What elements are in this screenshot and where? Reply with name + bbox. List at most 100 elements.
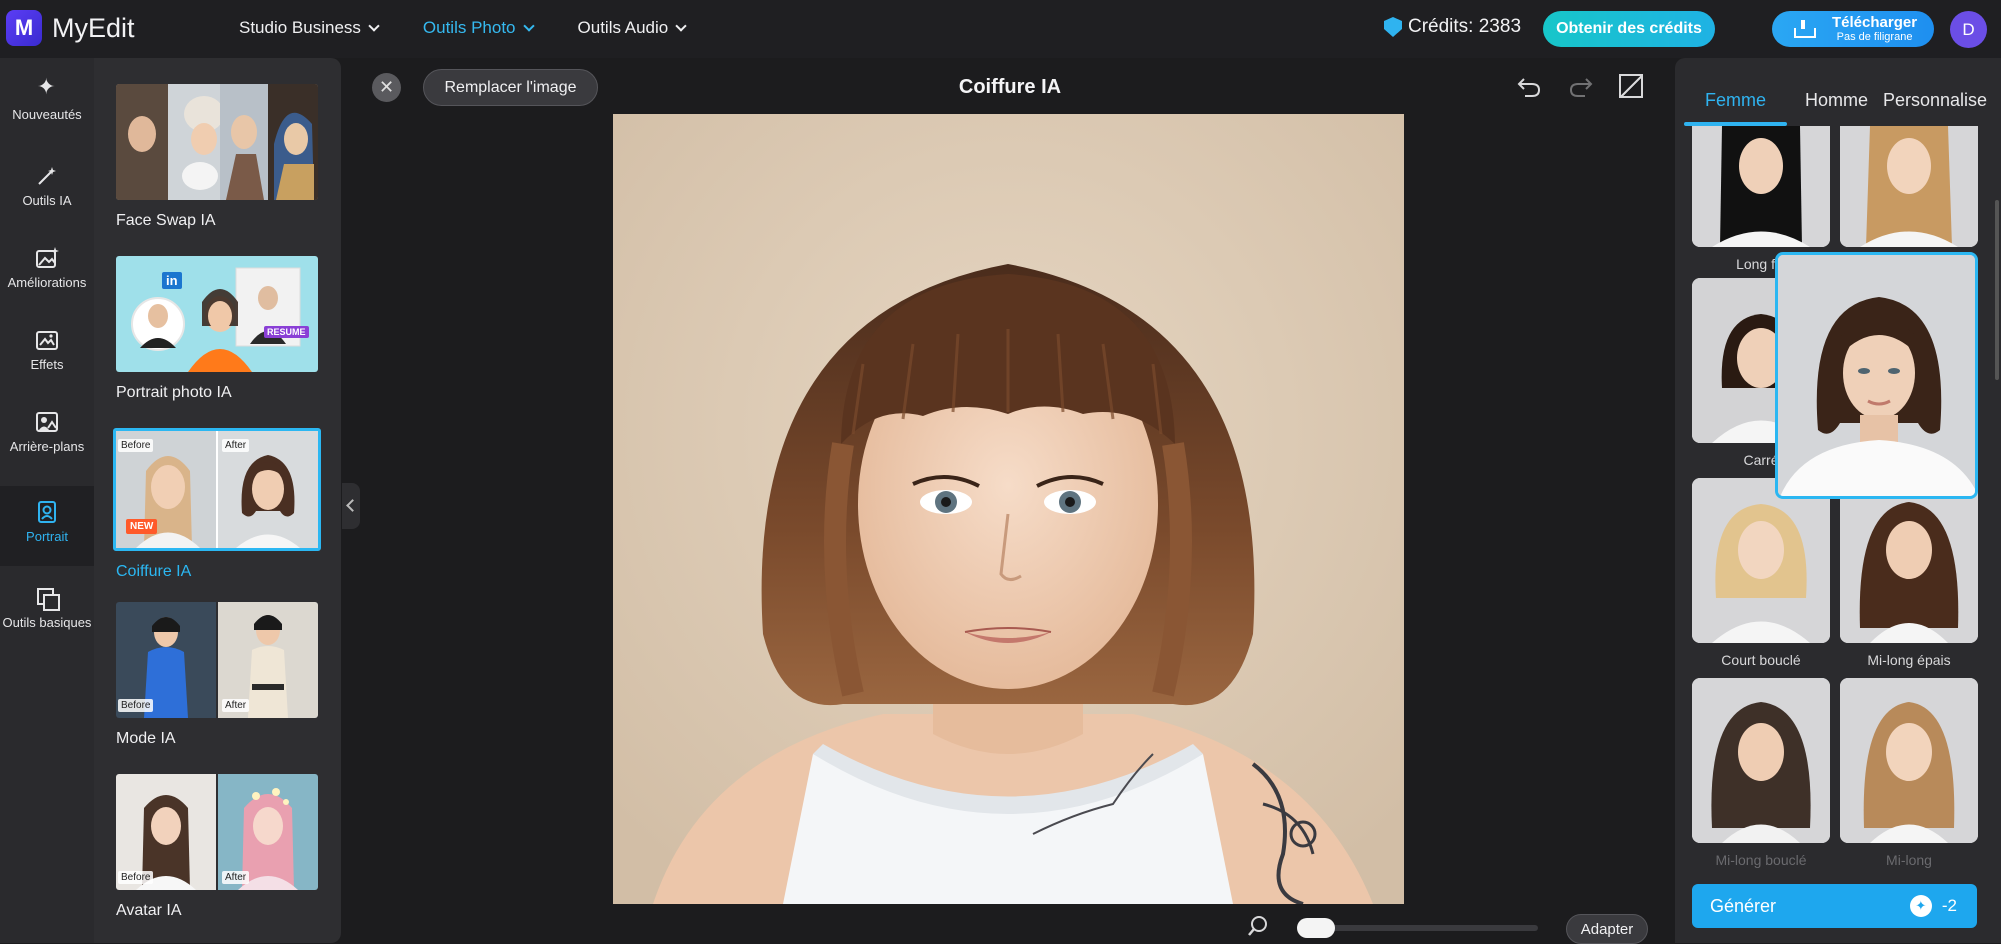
tool-portrait-photo[interactable]: in RESUME Portrait photo IA [116,256,322,402]
before-tag: Before [118,871,154,884]
portrait-icon [35,500,59,524]
rail-item-effets[interactable]: Effets [0,328,94,392]
coiffure-thumbnail: Before After NEW [113,428,321,551]
tool-label: Coiffure IA [116,563,192,580]
nav-label: Studio Business [239,18,361,37]
nav-outils-photo[interactable]: Outils Photo [423,18,535,38]
style-card-long-fin-2[interactable] [1840,126,1978,247]
download-icon [1794,20,1816,38]
tab-femme[interactable]: Femme [1705,90,1766,111]
category-rail: Nouveautés Outils IA Améliorations Effet… [0,58,94,943]
rail-label: Améliorations [7,275,87,290]
tool-coiffure[interactable]: Before After NEW Coiffure IA [113,428,322,581]
generate-cost: -2 [1941,896,1957,915]
rail-label: Portrait [26,529,68,544]
style-thumbnail [1692,478,1830,643]
fit-button[interactable]: Adapter [1566,914,1648,944]
page-title: Coiffure IA [958,76,1062,98]
basic-tools-icon [35,586,60,611]
style-label: Court bouclé [1721,652,1801,668]
get-credits-button[interactable]: Obtenir des crédits [1543,11,1715,47]
hairstyle-panel: Femme Homme Personnalise Long fin Carré … [1675,58,2001,943]
top-bar: M MyEdit Studio Business Outils Photo Ou… [0,0,2001,58]
logo-mark-icon: M [6,10,42,46]
nav-outils-audio[interactable]: Outils Audio [577,18,687,38]
before-tag: Before [118,439,154,452]
tab-homme[interactable]: Homme [1805,90,1868,111]
style-label: Mi-long bouclé [1715,852,1807,868]
image-enhance-icon [35,246,59,270]
tab-personnalise[interactable]: Personnalise [1883,90,1987,111]
style-thumbnail [1840,126,1978,247]
credits-display: Crédits: 2383 [1384,16,1521,38]
style-card-court-boucle[interactable]: Court bouclé [1692,478,1830,668]
resume-badge: RESUME [264,326,309,338]
tools-panel: Face Swap IA in RESUME Portrait photo IA [94,58,341,943]
app-name: MyEdit [52,12,135,43]
user-avatar[interactable]: D [1950,11,1987,48]
style-thumbnail [1692,126,1830,247]
rail-item-arriere-plans[interactable]: Arrière-plans [0,410,94,490]
undo-icon[interactable] [1516,74,1542,98]
rail-label: Outils IA [22,193,72,208]
compare-icon[interactable] [1619,74,1643,98]
rail-label: Arrière-plans [9,439,85,454]
style-label: Mi-long épais [1867,652,1951,668]
nav-studio-business[interactable]: Studio Business [239,18,380,38]
hairstyle-hover-preview [1775,252,1978,499]
before-tag: Before [118,699,154,712]
style-card-mi-long-boucle[interactable]: Mi-long bouclé [1692,678,1830,868]
zoom-icon[interactable] [1247,915,1269,937]
new-badge: NEW [126,519,158,534]
effects-icon [35,328,59,352]
style-card-long-fin-1[interactable]: Long fin [1692,126,1830,272]
rail-item-outils-ia[interactable]: Outils IA [0,164,94,228]
panel-scrollbar[interactable] [1995,200,1999,380]
tool-label: Face Swap IA [116,212,216,229]
credits-label: Crédits: 2383 [1408,16,1522,37]
download-sublabel: Pas de filigrane [1836,31,1913,43]
replace-image-button[interactable]: Remplacer l'image [423,69,598,106]
chevron-down-icon [368,20,380,32]
app-logo[interactable]: M MyEdit [6,10,135,46]
gender-tabs: Femme Homme Personnalise [1675,58,2001,126]
download-text: Télécharger Pas de filigrane [1832,15,1917,43]
background-icon [35,410,59,434]
tool-mode[interactable]: Before After Mode IA [116,602,322,748]
rail-item-outils-basiques[interactable]: Outils basiques [0,586,94,666]
style-thumbnail [1692,678,1830,843]
chevron-down-icon [522,20,535,32]
rail-item-nouveautes[interactable]: Nouveautés [0,74,94,142]
download-button[interactable]: Télécharger Pas de filigrane [1772,11,1934,47]
style-card-mi-long-epais[interactable]: Mi-long épais [1840,478,1978,668]
portrait-photo-thumbnail: in RESUME [116,256,318,372]
rail-item-ameliorations[interactable]: Améliorations [0,246,94,310]
generate-label: Générer [1710,895,1777,916]
style-thumbnail [1840,478,1978,643]
magic-wand-icon [35,164,59,188]
tool-face-swap[interactable]: Face Swap IA [116,84,322,230]
style-card-mi-long[interactable]: Mi-long [1840,678,1978,868]
rail-label: Outils basiques [2,615,92,630]
style-label: Mi-long [1886,852,1932,868]
style-thumbnail [1840,678,1978,843]
close-image-button[interactable]: ✕ [372,73,401,102]
tool-avatar[interactable]: Before After Avatar IA [116,774,322,920]
after-tag: After [222,699,250,712]
rail-label: Effets [30,357,64,372]
zoom-slider-handle[interactable] [1297,918,1335,938]
generate-button[interactable]: Générer ✦ -2 [1692,884,1977,928]
credit-shield-icon [1384,17,1402,37]
tool-label: Portrait photo IA [116,384,232,401]
edited-photo [613,114,1404,904]
download-label: Télécharger [1832,14,1918,31]
tool-label: Avatar IA [116,902,182,919]
collapse-panel-button[interactable] [342,483,360,529]
redo-icon[interactable] [1568,74,1594,98]
rail-item-portrait[interactable]: Portrait [0,486,94,566]
nav-label: Outils Audio [577,18,669,37]
tool-label: Mode IA [116,730,176,747]
sparkle-icon [35,74,59,102]
linkedin-badge: in [162,272,182,289]
main-nav: Studio Business Outils Photo Outils Audi… [239,18,730,38]
